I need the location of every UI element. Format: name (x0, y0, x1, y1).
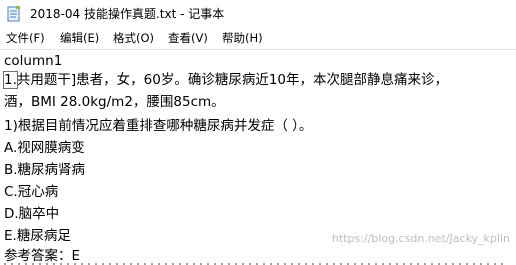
text-line-8: D.脑卒中 (4, 206, 60, 222)
selected-text-marker: 1. (3, 71, 18, 89)
title-bar: 2018-04 技能操作真题.txt - 记事本 (0, 0, 516, 28)
text-line-2-rest: 共用题干]患者，女，60岁。确诊糖尿病近10年，本次腿部静息痛来诊， (16, 72, 449, 88)
text-editor[interactable]: column1 1.共用题干]患者，女，60岁。确诊糖尿病近10年，本次腿部静息… (0, 49, 516, 265)
text-line-1: column1 (4, 53, 63, 69)
menu-file[interactable]: 文件(F) (6, 31, 45, 45)
menu-view[interactable]: 查看(V) (168, 31, 208, 45)
watermark: https://blog.csdn.net/Jacky_kplin (331, 232, 510, 245)
menu-help[interactable]: 帮助(H) (222, 31, 263, 45)
window-title: 2018-04 技能操作真题.txt - 记事本 (30, 7, 225, 21)
text-line-9: E.糖尿病足 (4, 228, 71, 244)
menu-format[interactable]: 格式(O) (113, 31, 154, 45)
text-line-7: C.冠心病 (4, 184, 59, 200)
menu-bar: 文件(F) 编辑(E) 格式(O) 查看(V) 帮助(H) (0, 28, 516, 48)
text-line-2: 1.共用题干]患者，女，60岁。确诊糖尿病近10年，本次腿部静息痛来诊， (3, 70, 449, 90)
text-line-4: 1)根据目前情况应着重排查哪种糖尿病并发症（ ）。 (4, 118, 313, 134)
notepad-window: 2018-04 技能操作真题.txt - 记事本 文件(F) 编辑(E) 格式(… (0, 0, 516, 265)
text-line-6: B.糖尿病肾病 (4, 162, 86, 178)
menu-edit[interactable]: 编辑(E) (60, 31, 99, 45)
text-line-3: 酒，BMI 28.0kg/m2，腰围85cm。 (4, 94, 225, 110)
notepad-icon (7, 6, 20, 22)
text-line-5: A.视网膜病变 (4, 140, 85, 156)
